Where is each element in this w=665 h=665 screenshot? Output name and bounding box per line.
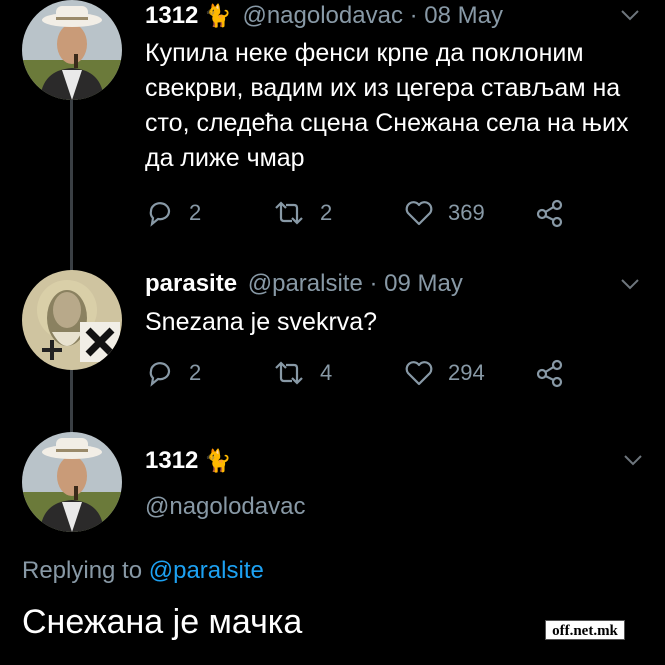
- replying-prefix: Replying to: [22, 557, 143, 584]
- cat-emoji-icon: 🐈: [204, 448, 232, 473]
- chevron-down-icon[interactable]: [620, 277, 640, 291]
- retweet-count: 2: [320, 200, 333, 225]
- tweet-date[interactable]: 08 May: [424, 2, 503, 29]
- retweet-icon: [275, 361, 303, 385]
- like-button[interactable]: 294: [404, 358, 485, 388]
- display-name[interactable]: 1312: [145, 447, 198, 474]
- tweet-header: parasite @paralsite · 09 May: [145, 270, 463, 298]
- tweet-date[interactable]: 09 May: [384, 270, 463, 297]
- focused-tweet-text: Снежана је мачка: [22, 603, 303, 641]
- handle[interactable]: @nagolodavac: [242, 2, 402, 29]
- share-icon: [536, 199, 563, 228]
- chevron-down-icon[interactable]: [620, 8, 640, 22]
- reply-icon: [149, 362, 171, 387]
- avatar-nagolodavac[interactable]: [22, 432, 122, 532]
- cat-emoji-icon: 🐈: [204, 3, 232, 28]
- reply-button[interactable]: 2: [145, 198, 201, 228]
- heart-icon: [405, 361, 433, 386]
- heart-icon: [405, 201, 433, 226]
- chevron-down-icon[interactable]: [623, 453, 643, 467]
- tweet-text: Купила неке фенси крпе да поклоним свекр…: [145, 39, 629, 172]
- share-icon: [536, 359, 563, 388]
- like-button[interactable]: 369: [404, 198, 485, 228]
- display-name[interactable]: parasite: [145, 270, 237, 297]
- retweet-icon: [275, 201, 303, 225]
- tweet-text: Snezana je svekrva?: [145, 308, 378, 336]
- watermark: off.net.mk: [545, 620, 625, 640]
- reply-icon: [149, 202, 171, 227]
- share-button[interactable]: [535, 198, 579, 228]
- reply-count: 2: [189, 360, 202, 385]
- tweet-header: 1312 🐈 @nagolodavac · 08 May: [145, 2, 503, 30]
- avatar-paralsite[interactable]: [22, 270, 122, 370]
- replying-to: Replying to @paralsite: [22, 557, 264, 585]
- avatar-nagolodavac[interactable]: [22, 0, 122, 100]
- display-name[interactable]: 1312: [145, 2, 198, 29]
- handle[interactable]: @paralsite: [248, 270, 363, 297]
- focused-name: 1312 🐈: [145, 447, 236, 475]
- reply-button[interactable]: 2: [145, 358, 201, 388]
- retweet-button[interactable]: 4: [272, 358, 332, 388]
- separator: ·: [409, 2, 418, 29]
- focused-handle[interactable]: @nagolodavac: [145, 493, 305, 521]
- reply-count: 2: [189, 200, 202, 225]
- like-count: 294: [448, 360, 485, 385]
- separator: ·: [369, 270, 378, 297]
- replying-to-link[interactable]: @paralsite: [149, 557, 264, 584]
- retweet-count: 4: [320, 360, 333, 385]
- retweet-button[interactable]: 2: [272, 198, 332, 228]
- share-button[interactable]: [535, 358, 579, 388]
- like-count: 369: [448, 200, 485, 225]
